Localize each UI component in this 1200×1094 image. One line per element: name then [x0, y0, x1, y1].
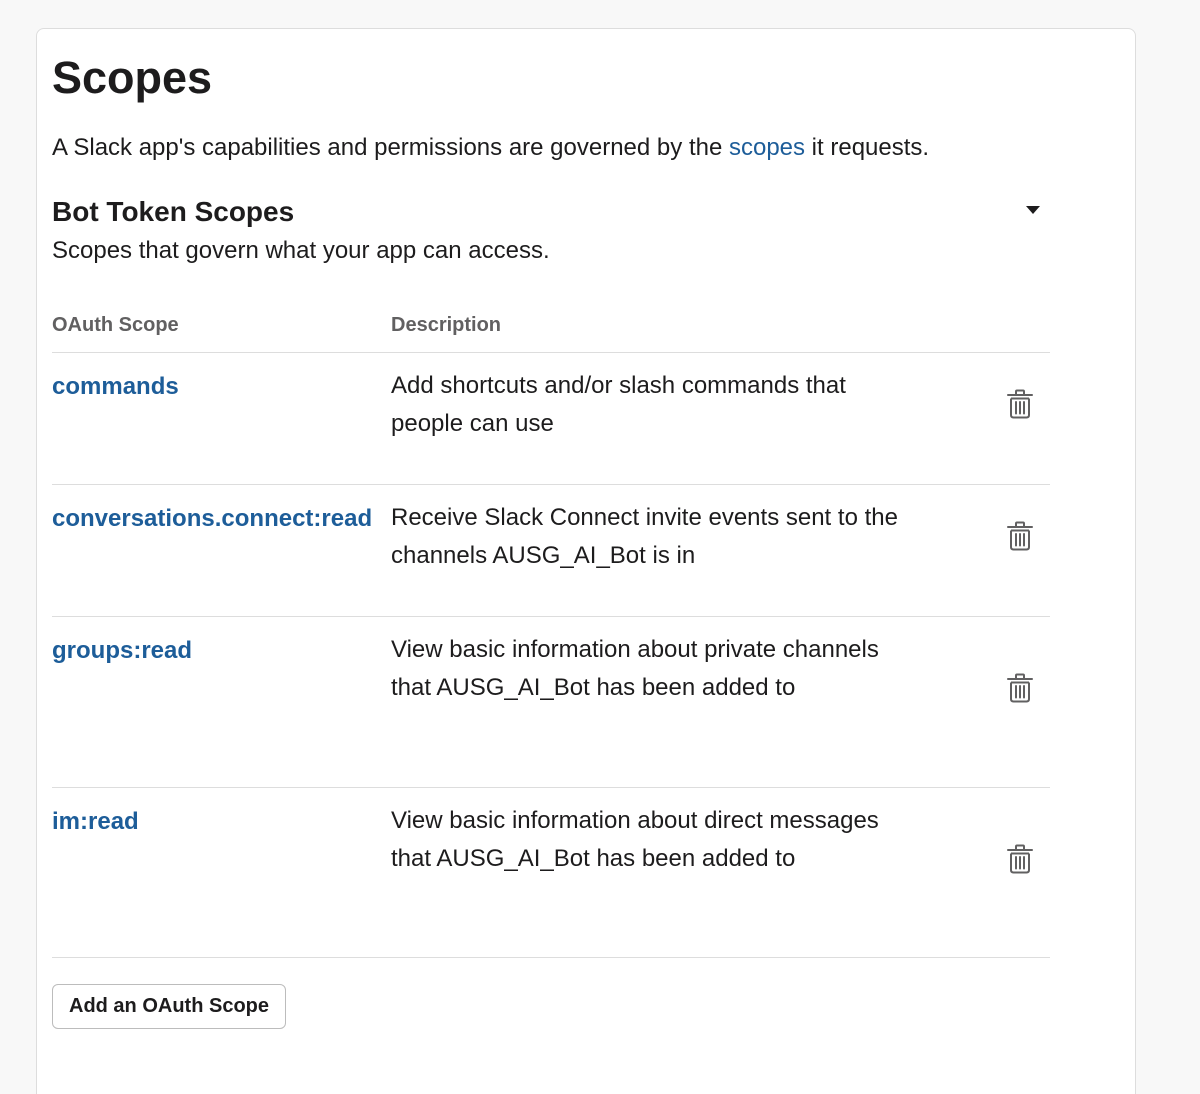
scope-description: Add shortcuts and/or slash commands that…: [391, 372, 846, 437]
intro-text: A Slack app's capabilities and permissio…: [52, 128, 929, 168]
intro-text-end: it requests.: [805, 134, 930, 161]
caret-down-icon: [1026, 206, 1040, 214]
table-row: commands Add shortcuts and/or slash comm…: [52, 352, 1050, 484]
scope-name-link[interactable]: conversations.connect:read: [52, 501, 372, 537]
table-row: im:read View basic information about dir…: [52, 787, 1050, 957]
column-header-description: Description: [391, 314, 502, 336]
table-bottom-divider: [52, 957, 1050, 958]
scopes-link[interactable]: scopes: [729, 134, 805, 161]
scope-name-link[interactable]: commands: [52, 369, 179, 405]
scope-name-link[interactable]: im:read: [52, 804, 139, 840]
scope-description: View basic information about private cha…: [391, 636, 879, 701]
delete-scope-button[interactable]: [1004, 387, 1036, 421]
table-row: groups:read View basic information about…: [52, 616, 1050, 787]
page-title: Scopes: [52, 52, 213, 103]
add-oauth-scope-button[interactable]: Add an OAuth Scope: [52, 984, 286, 1029]
intro-text-start: A Slack app's capabilities and permissio…: [52, 134, 729, 161]
section-title: Bot Token Scopes: [52, 196, 295, 227]
trash-icon: [1007, 389, 1033, 419]
section-collapse-toggle[interactable]: [1022, 200, 1044, 220]
section-subtitle: Scopes that govern what your app can acc…: [52, 237, 550, 264]
table-row: conversations.connect:read Receive Slack…: [52, 484, 1050, 616]
scope-description: View basic information about direct mess…: [391, 807, 879, 872]
trash-icon: [1007, 673, 1033, 703]
column-header-oauth-scope: OAuth Scope: [52, 314, 179, 336]
scopes-table: commands Add shortcuts and/or slash comm…: [52, 352, 1050, 958]
delete-scope-button[interactable]: [1004, 842, 1036, 876]
trash-icon: [1007, 844, 1033, 874]
scope-name-link[interactable]: groups:read: [52, 633, 192, 669]
delete-scope-button[interactable]: [1004, 519, 1036, 553]
trash-icon: [1007, 521, 1033, 551]
scope-description: Receive Slack Connect invite events sent…: [391, 504, 898, 569]
delete-scope-button[interactable]: [1004, 671, 1036, 705]
